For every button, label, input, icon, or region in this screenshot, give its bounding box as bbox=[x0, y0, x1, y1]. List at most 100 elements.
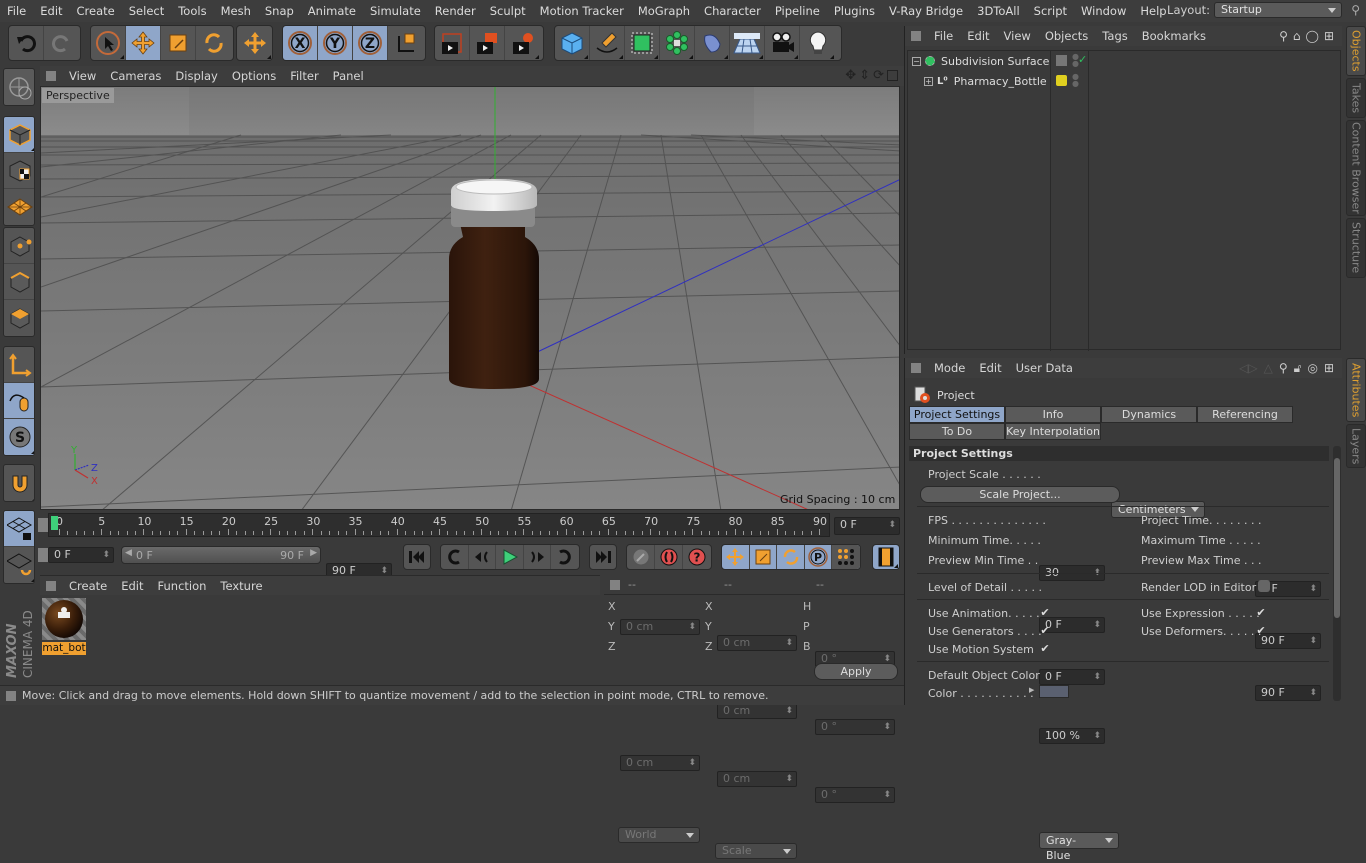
start-frame-field[interactable]: 0 F bbox=[48, 547, 114, 563]
key-scale-icon[interactable] bbox=[750, 545, 778, 569]
attributes-menu-user-data[interactable]: User Data bbox=[1009, 361, 1080, 375]
rotation-field[interactable]: 0 ° bbox=[815, 787, 895, 803]
objects-menu-tags[interactable]: Tags bbox=[1095, 29, 1134, 43]
make-editable-icon[interactable] bbox=[4, 69, 34, 105]
search-icon[interactable]: ⚲ bbox=[1279, 29, 1288, 43]
menu-edit[interactable]: Edit bbox=[33, 4, 69, 18]
object-row[interactable]: + L⁰ Pharmacy_Bottle ● ● bbox=[908, 71, 1340, 91]
layer-icon[interactable] bbox=[1056, 55, 1067, 66]
eye-icon[interactable]: ◯ bbox=[1306, 29, 1319, 43]
timeline-grip[interactable] bbox=[38, 518, 48, 532]
maximize-view-icon[interactable] bbox=[887, 70, 898, 81]
default-object-color-dropdown[interactable]: Gray-Blue bbox=[1039, 832, 1119, 862]
size-field[interactable]: 0 cm bbox=[717, 635, 797, 651]
snap-icon[interactable] bbox=[4, 465, 34, 501]
objects-menu-bookmarks[interactable]: Bookmarks bbox=[1135, 29, 1213, 43]
menu-vray-bridge[interactable]: V-Ray Bridge bbox=[882, 4, 970, 18]
y-axis-icon[interactable]: Y bbox=[318, 26, 353, 60]
tab-referencing[interactable]: Referencing bbox=[1197, 406, 1293, 423]
menu-render[interactable]: Render bbox=[428, 4, 483, 18]
texture-mode-icon[interactable] bbox=[4, 153, 34, 189]
size-field[interactable]: 0 cm bbox=[717, 703, 797, 719]
objects-menu-view[interactable]: View bbox=[997, 29, 1038, 43]
deformer-icon[interactable] bbox=[695, 26, 730, 60]
render-picture-viewer-icon[interactable] bbox=[470, 26, 505, 60]
menu-pipeline[interactable]: Pipeline bbox=[768, 4, 827, 18]
color-swatch[interactable] bbox=[1039, 685, 1069, 698]
new-window-icon[interactable]: ⊞ bbox=[1324, 29, 1334, 43]
polygons-mode-icon[interactable] bbox=[4, 300, 34, 336]
use-deformers-checkbox[interactable]: ✔ bbox=[1255, 625, 1267, 637]
range-left-arrow[interactable]: ◀ bbox=[125, 548, 132, 558]
material-menu-edit[interactable]: Edit bbox=[114, 579, 150, 593]
use-motion-system-checkbox[interactable]: ✔ bbox=[1039, 643, 1051, 655]
panel-grip[interactable] bbox=[46, 71, 56, 81]
viewport-camera-label[interactable]: Perspective bbox=[42, 88, 114, 103]
menu-snap[interactable]: Snap bbox=[258, 4, 301, 18]
key-rotation-icon[interactable] bbox=[777, 545, 805, 569]
subdivision-icon[interactable] bbox=[625, 26, 660, 60]
model-mode-icon[interactable] bbox=[4, 117, 34, 153]
material-menu-texture[interactable]: Texture bbox=[213, 579, 269, 593]
undo-icon[interactable] bbox=[9, 26, 44, 60]
cube-icon[interactable] bbox=[555, 26, 590, 60]
recent-tools-icon[interactable] bbox=[237, 26, 272, 60]
menu-plugins[interactable]: Plugins bbox=[827, 4, 882, 18]
scale-project-button[interactable]: Scale Project... bbox=[920, 486, 1120, 503]
rotate-icon[interactable] bbox=[196, 26, 231, 60]
timeline-ruler[interactable]: 0 5 10 15 20 25 30 35 40 45 50 55 60 65 70 75 80 85 90 bbox=[48, 513, 830, 537]
menu-sculpt[interactable]: Sculpt bbox=[483, 4, 533, 18]
edges-mode-icon[interactable] bbox=[4, 264, 34, 300]
menu-create[interactable]: Create bbox=[70, 4, 122, 18]
key-position-icon[interactable] bbox=[722, 545, 750, 569]
target-icon[interactable]: ◎ bbox=[1307, 361, 1317, 376]
tab-info[interactable]: Info bbox=[1005, 406, 1101, 423]
workplane-lock-icon[interactable] bbox=[4, 511, 34, 547]
render-lod-checkbox[interactable] bbox=[1258, 580, 1270, 592]
timeline-window-icon[interactable] bbox=[873, 545, 899, 569]
viewport-menu-panel[interactable]: Panel bbox=[326, 69, 371, 83]
keyframe-selection-icon[interactable]: ? bbox=[683, 545, 711, 569]
render-view-icon[interactable] bbox=[435, 26, 470, 60]
transport-grip[interactable] bbox=[38, 548, 48, 562]
next-frame-icon[interactable] bbox=[524, 545, 552, 569]
live-selection-icon[interactable] bbox=[91, 26, 126, 60]
attributes-menu-mode[interactable]: Mode bbox=[927, 361, 972, 375]
preview-min-field[interactable]: 0 F bbox=[1039, 669, 1105, 685]
material-grip[interactable] bbox=[46, 580, 56, 591]
back-icon[interactable]: ◁▷ bbox=[1239, 361, 1257, 376]
tab-takes[interactable]: Takes bbox=[1346, 78, 1366, 118]
search-icon[interactable]: ⚲ bbox=[1279, 361, 1288, 376]
menu-mesh[interactable]: Mesh bbox=[214, 4, 258, 18]
tab-to-do[interactable]: To Do bbox=[909, 423, 1005, 440]
preview-max-field[interactable]: 90 F bbox=[1255, 685, 1321, 701]
move-icon[interactable] bbox=[126, 26, 161, 60]
viewport-menu-view[interactable]: View bbox=[62, 69, 103, 83]
axis-mode-icon[interactable] bbox=[4, 347, 34, 383]
scale-icon[interactable] bbox=[161, 26, 196, 60]
workplane-mode-icon[interactable] bbox=[4, 189, 34, 225]
goto-start-icon[interactable] bbox=[404, 545, 430, 569]
perspective-viewport[interactable]: Y Z X bbox=[40, 86, 900, 510]
visibility-dots[interactable]: ● ● bbox=[1072, 73, 1079, 88]
tab-layers[interactable]: Layers bbox=[1346, 424, 1366, 468]
tab-attributes[interactable]: Attributes bbox=[1346, 358, 1366, 422]
use-expression-checkbox[interactable]: ✔ bbox=[1255, 607, 1267, 619]
menu-simulate[interactable]: Simulate bbox=[363, 4, 428, 18]
objects-menu-objects[interactable]: Objects bbox=[1038, 29, 1095, 43]
objects-grip[interactable] bbox=[911, 31, 921, 41]
camera-icon[interactable] bbox=[765, 26, 800, 60]
z-axis-icon[interactable]: Z bbox=[353, 26, 388, 60]
material-menu-function[interactable]: Function bbox=[151, 579, 214, 593]
scrollbar-thumb[interactable] bbox=[1334, 458, 1340, 618]
use-animation-checkbox[interactable]: ✔ bbox=[1039, 607, 1051, 619]
objects-menu-file[interactable]: File bbox=[927, 29, 960, 43]
play-icon[interactable] bbox=[496, 545, 524, 569]
level-of-detail-field[interactable]: 100 % bbox=[1039, 728, 1105, 744]
floor-icon[interactable] bbox=[730, 26, 765, 60]
tab-structure[interactable]: Structure bbox=[1346, 218, 1366, 278]
color-expand-icon[interactable]: ▶ bbox=[1029, 686, 1034, 694]
frame-range-slider[interactable]: ◀ 0 F 90 F ▶ bbox=[121, 546, 321, 564]
expand-icon[interactable]: + bbox=[924, 76, 933, 86]
collapse-icon[interactable]: − bbox=[912, 56, 921, 66]
